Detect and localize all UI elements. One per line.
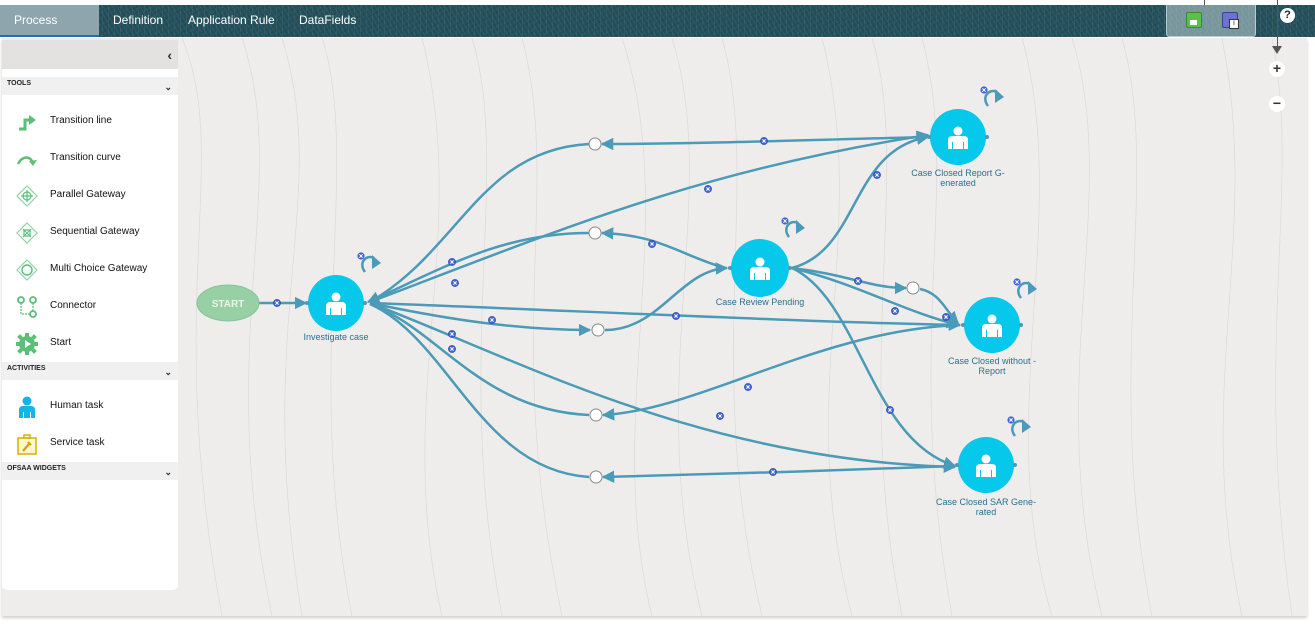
chevron-down-icon[interactable]: ⌄ xyxy=(164,465,172,479)
human-task-node-investigate[interactable] xyxy=(305,275,367,331)
transition-line-icon xyxy=(19,115,36,131)
edge-investigate-without[interactable] xyxy=(369,301,962,332)
delete-transition-icon[interactable] xyxy=(716,412,724,420)
gateway-node-2[interactable] xyxy=(588,226,602,240)
palette-item-label: Start xyxy=(50,337,72,348)
delete-transition-icon[interactable] xyxy=(488,316,496,324)
delete-transition-icon[interactable] xyxy=(769,468,777,476)
gateway-node-3[interactable] xyxy=(591,323,605,337)
delete-transition-icon[interactable] xyxy=(448,345,456,353)
palette-item-transition-line[interactable]: Transition line xyxy=(2,103,178,140)
delete-transition-icon[interactable] xyxy=(760,137,768,145)
human-task-icon xyxy=(19,396,35,418)
human-task-node-report[interactable] xyxy=(927,109,989,165)
edge-review-gw2[interactable] xyxy=(600,227,726,270)
palette-item-label: Human task xyxy=(50,400,104,411)
palette-item-human-task[interactable]: Human task xyxy=(2,388,178,425)
start-label: START xyxy=(212,299,245,310)
edge-gw2-investigate[interactable] xyxy=(366,231,590,304)
zoom-indicator-line xyxy=(1277,0,1278,52)
palette-item-label: Service task xyxy=(50,437,105,448)
human-task-node-sar[interactable] xyxy=(955,437,1017,493)
delete-transition-icon[interactable] xyxy=(704,185,712,193)
delete-transition-icon[interactable] xyxy=(873,171,881,179)
self-loop-transition[interactable] xyxy=(781,217,805,238)
human-task-node-review[interactable] xyxy=(728,239,792,297)
zoom-in-button[interactable]: + xyxy=(1269,61,1285,77)
palette-item-label: Connector xyxy=(50,300,97,311)
sequential-gateway-icon xyxy=(16,222,38,244)
delete-transition-icon[interactable] xyxy=(451,279,459,287)
delete-transition-icon[interactable] xyxy=(648,240,656,248)
multi-choice-gateway-icon xyxy=(16,259,38,281)
self-loop-transition[interactable] xyxy=(357,252,381,273)
palette-item-connector[interactable]: Connector xyxy=(2,288,178,325)
tool-palette: ‹ TOOLS ⌄ Transition line Transition cur… xyxy=(2,40,178,590)
delete-transition-icon[interactable] xyxy=(854,277,862,285)
node-label-case-review-pending: Case Review Pending xyxy=(715,297,805,307)
connector-icon xyxy=(17,296,37,318)
delete-transition-icon[interactable] xyxy=(886,406,894,414)
gateway-node-1[interactable] xyxy=(588,137,602,151)
gateway-node-6[interactable] xyxy=(906,281,920,295)
section-activities[interactable]: ACTIVITIES ⌄ xyxy=(2,362,178,380)
edge-gw6-without[interactable] xyxy=(919,287,959,324)
human-task-node-without[interactable] xyxy=(961,297,1023,353)
gateway-node-5[interactable] xyxy=(589,470,603,484)
chevron-down-icon[interactable]: ⌄ xyxy=(164,80,172,94)
start-icon xyxy=(16,333,38,355)
service-task-icon xyxy=(17,434,37,455)
section-tools[interactable]: TOOLS ⌄ xyxy=(2,77,178,95)
section-title: OFSAA WIDGETS xyxy=(7,465,66,472)
delete-transition-icon[interactable] xyxy=(891,307,899,315)
edge-without-gw4[interactable] xyxy=(601,323,961,421)
delete-transition-icon[interactable] xyxy=(744,383,752,391)
self-loop-transition[interactable] xyxy=(1007,416,1031,437)
section-ofsaa-widgets[interactable]: OFSAA WIDGETS ⌄ xyxy=(2,462,178,480)
palette-item-label: Parallel Gateway xyxy=(50,189,126,200)
section-title: ACTIVITIES xyxy=(7,365,46,372)
chevron-down-icon[interactable]: ⌄ xyxy=(164,365,172,379)
node-label-investigate-case: Investigate case xyxy=(303,332,369,342)
zoom-out-button[interactable]: − xyxy=(1269,96,1285,112)
section-title: TOOLS xyxy=(7,80,31,87)
palette-item-transition-curve[interactable]: Transition curve xyxy=(2,140,178,177)
edge-sar-gw5[interactable] xyxy=(601,464,956,484)
start-event[interactable]: START xyxy=(195,284,265,324)
delete-transition-icon[interactable] xyxy=(672,312,680,320)
self-loop-transition[interactable] xyxy=(1013,278,1037,299)
palette-item-sequential-gateway[interactable]: Sequential Gateway xyxy=(2,214,178,251)
transition-curve-icon xyxy=(16,156,37,166)
gateway-node-4[interactable] xyxy=(589,408,603,422)
node-label-case-closed-without-report: Case Closed without - Report xyxy=(947,356,1037,376)
palette-item-parallel-gateway[interactable]: Parallel Gateway xyxy=(2,177,178,214)
palette-item-label: Sequential Gateway xyxy=(50,226,140,237)
node-label-case-closed-report: Case Closed Report G- enerated xyxy=(911,168,1005,188)
delete-transition-icon[interactable] xyxy=(273,299,281,307)
palette-item-label: Multi Choice Gateway xyxy=(50,263,148,274)
palette-item-service-task[interactable]: Service task xyxy=(2,425,178,462)
toolbar-indicator-line xyxy=(1204,0,1205,5)
delete-transition-icon[interactable] xyxy=(448,258,456,266)
delete-transition-icon[interactable] xyxy=(942,313,950,321)
parallel-gateway-icon xyxy=(16,185,38,207)
palette-item-label: Transition line xyxy=(50,115,112,126)
palette-item-multi-choice-gateway[interactable]: Multi Choice Gateway xyxy=(2,251,178,288)
self-loop-transition[interactable] xyxy=(980,86,1004,107)
delete-transition-icon[interactable] xyxy=(448,330,456,338)
edge-gw4-investigate[interactable] xyxy=(369,302,590,417)
palette-header: ‹ xyxy=(2,40,178,69)
node-label-case-closed-sar: Case Closed SAR Gene- rated xyxy=(935,497,1037,517)
edge-investigate-sar[interactable] xyxy=(369,301,957,473)
palette-item-label: Transition curve xyxy=(50,152,121,163)
zoom-indicator-arrow xyxy=(1272,46,1282,54)
edge-gw1-investigate[interactable] xyxy=(369,142,590,304)
collapse-palette-button[interactable]: ‹ xyxy=(167,47,172,63)
palette-item-start[interactable]: Start xyxy=(2,325,178,362)
